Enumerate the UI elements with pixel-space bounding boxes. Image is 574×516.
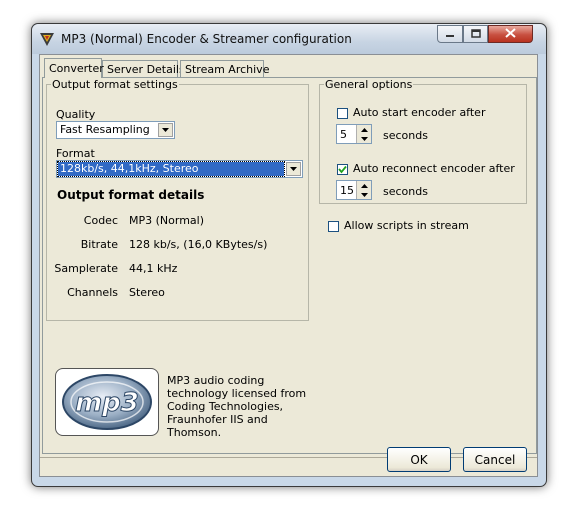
auto-start-label: Auto start encoder after bbox=[353, 106, 486, 119]
detail-key-bitrate: Bitrate bbox=[80, 238, 118, 251]
format-label: Format bbox=[56, 147, 95, 160]
spin-down-icon[interactable] bbox=[356, 134, 371, 143]
general-options-legend: General options bbox=[325, 78, 413, 91]
detail-key-channels: Channels bbox=[67, 286, 118, 299]
auto-reconnect-unit: seconds bbox=[383, 185, 428, 198]
detail-value-channels: Stereo bbox=[129, 286, 165, 299]
auto-start-value: 5 bbox=[340, 128, 347, 141]
auto-reconnect-value: 15 bbox=[340, 184, 354, 197]
dialog-client-area: Converter Server Details Stream Archive … bbox=[39, 54, 538, 477]
format-value: 128kb/s, 44,1kHz, Stereo bbox=[57, 161, 285, 177]
output-format-legend: Output format settings bbox=[52, 78, 178, 91]
format-select[interactable]: 128kb/s, 44,1kHz, Stereo bbox=[56, 160, 303, 178]
quality-value: Fast Resampling bbox=[60, 123, 150, 136]
window-title: MP3 (Normal) Encoder & Streamer configur… bbox=[61, 32, 352, 46]
quality-select[interactable]: Fast Resampling bbox=[56, 121, 175, 139]
detail-value-codec: MP3 (Normal) bbox=[129, 214, 205, 227]
allow-scripts-label: Allow scripts in stream bbox=[344, 219, 469, 232]
config-dialog: MP3 (Normal) Encoder & Streamer configur… bbox=[31, 23, 547, 487]
auto-start-checkbox[interactable] bbox=[337, 108, 348, 119]
mp3-logo: mp3 bbox=[55, 368, 159, 436]
detail-value-samplerate: 44,1 kHz bbox=[129, 262, 178, 275]
title-bar[interactable]: MP3 (Normal) Encoder & Streamer configur… bbox=[32, 24, 546, 54]
detail-key-codec: Codec bbox=[83, 214, 118, 227]
ok-button[interactable]: OK bbox=[387, 447, 451, 472]
maximize-icon bbox=[470, 28, 481, 41]
auto-start-unit: seconds bbox=[383, 129, 428, 142]
app-logo-icon bbox=[39, 31, 55, 47]
maximize-button[interactable] bbox=[463, 25, 488, 43]
converter-tab-panel: Output format settings Quality Fast Resa… bbox=[42, 77, 537, 454]
tab-stream-archive[interactable]: Stream Archive bbox=[180, 60, 269, 77]
cancel-button[interactable]: Cancel bbox=[463, 447, 527, 472]
mp3-logo-text: mp3 bbox=[75, 388, 139, 418]
auto-reconnect-label: Auto reconnect encoder after bbox=[353, 162, 515, 175]
spin-down-icon[interactable] bbox=[356, 190, 371, 199]
minimize-button[interactable] bbox=[437, 25, 463, 43]
tab-converter[interactable]: Converter bbox=[44, 58, 104, 78]
tab-server-details[interactable]: Server Details bbox=[102, 60, 185, 77]
quality-label: Quality bbox=[56, 108, 96, 121]
auto-reconnect-spinner[interactable]: 15 bbox=[336, 180, 372, 200]
license-text: MP3 audio coding technology licensed fro… bbox=[167, 374, 307, 439]
auto-reconnect-checkbox[interactable] bbox=[337, 164, 348, 175]
detail-key-samplerate: Samplerate bbox=[54, 262, 118, 275]
allow-scripts-checkbox[interactable] bbox=[328, 221, 339, 232]
output-details-heading: Output format details bbox=[57, 188, 205, 202]
detail-value-bitrate: 128 kb/s, (16,0 KBytes/s) bbox=[129, 238, 268, 251]
close-button[interactable] bbox=[488, 25, 533, 43]
auto-start-spinner[interactable]: 5 bbox=[336, 124, 372, 144]
chevron-down-icon[interactable] bbox=[158, 123, 173, 137]
chevron-down-icon[interactable] bbox=[286, 162, 301, 176]
minimize-icon bbox=[445, 28, 455, 41]
close-icon bbox=[505, 27, 516, 41]
